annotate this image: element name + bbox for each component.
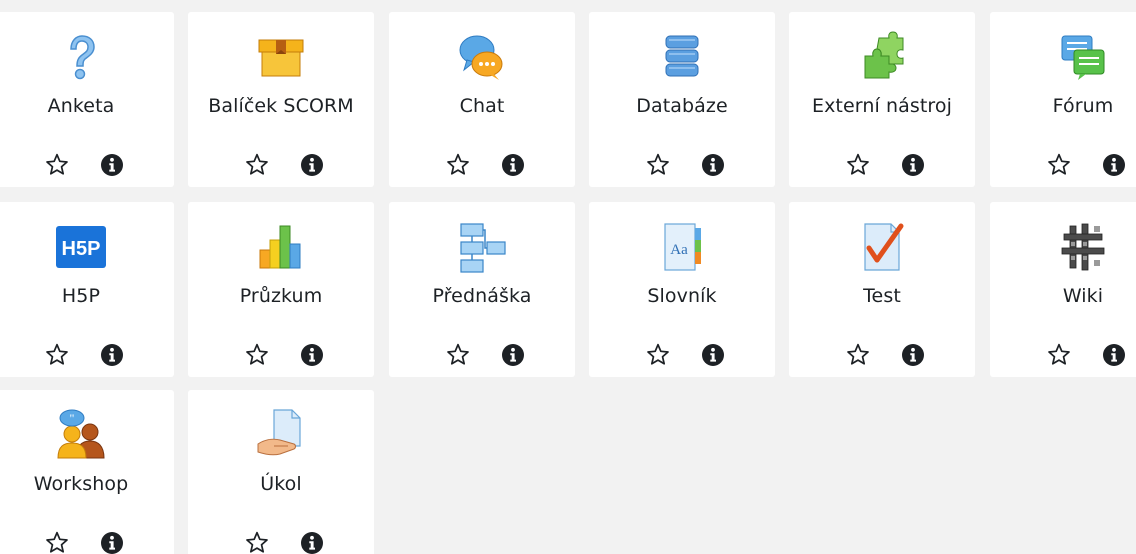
chat-bubbles-icon <box>455 30 509 84</box>
activity-label: Databáze <box>636 95 728 117</box>
activity-card-slovnik[interactable]: Aa Slovník <box>589 202 775 377</box>
activity-label: Balíček SCORM <box>208 95 354 117</box>
star-outline-icon[interactable] <box>1046 152 1072 178</box>
info-circle-icon[interactable] <box>1102 153 1126 177</box>
svg-text:H5P: H5P <box>62 238 101 260</box>
activity-label: Externí nástroj <box>811 95 953 117</box>
activity-actions <box>188 152 374 178</box>
puzzle-icon <box>855 30 909 84</box>
activity-label: H5P <box>61 285 101 307</box>
activity-label: Úkol <box>260 473 302 495</box>
info-circle-icon[interactable] <box>1102 343 1126 367</box>
activity-card-externi-nastroj[interactable]: Externí nástroj <box>789 12 975 187</box>
activity-label: Workshop <box>33 473 129 495</box>
info-circle-icon[interactable] <box>100 153 124 177</box>
activity-actions <box>990 342 1136 368</box>
activity-actions <box>188 530 374 554</box>
activity-chooser-grid: Anketa Balíček SCORM Chat Databáze Exter… <box>0 0 1136 554</box>
activity-actions <box>0 342 174 368</box>
wiki-icon <box>1056 220 1110 274</box>
bar-chart-icon <box>254 220 308 274</box>
info-circle-icon[interactable] <box>901 153 925 177</box>
activity-actions <box>0 530 174 554</box>
activity-actions <box>990 152 1136 178</box>
info-circle-icon[interactable] <box>100 531 124 554</box>
star-outline-icon[interactable] <box>244 342 270 368</box>
activity-card-anketa[interactable]: Anketa <box>0 12 174 187</box>
activity-actions <box>589 342 775 368</box>
star-outline-icon[interactable] <box>44 530 70 554</box>
activity-card-balicek-scorm[interactable]: Balíček SCORM <box>188 12 374 187</box>
star-outline-icon[interactable] <box>645 342 671 368</box>
forum-icon <box>1056 30 1110 84</box>
info-circle-icon[interactable] <box>901 343 925 367</box>
activity-card-forum[interactable]: Fórum <box>990 12 1136 187</box>
activity-actions <box>789 342 975 368</box>
activity-label: Průzkum <box>239 285 323 307</box>
activity-card-h5p[interactable]: H5P H5P <box>0 202 174 377</box>
activity-actions <box>389 152 575 178</box>
info-circle-icon[interactable] <box>701 343 725 367</box>
svg-text:": " <box>70 411 75 425</box>
scorm-package-icon <box>254 30 308 84</box>
quiz-checkmark-icon <box>855 220 909 274</box>
info-circle-icon[interactable] <box>300 531 324 554</box>
activity-label: Fórum <box>1052 95 1114 117</box>
activity-card-databaze[interactable]: Databáze <box>589 12 775 187</box>
info-circle-icon[interactable] <box>100 343 124 367</box>
star-outline-icon[interactable] <box>845 152 871 178</box>
activity-label: Chat <box>459 95 505 117</box>
database-icon <box>655 30 709 84</box>
lesson-flow-icon <box>455 220 509 274</box>
star-outline-icon[interactable] <box>44 342 70 368</box>
activity-actions <box>389 342 575 368</box>
activity-label: Přednáška <box>432 285 532 307</box>
workshop-people-icon: " <box>54 408 108 462</box>
activity-label: Anketa <box>47 95 115 117</box>
svg-text:Aa: Aa <box>670 242 688 258</box>
activity-actions <box>589 152 775 178</box>
activity-label: Wiki <box>1062 285 1104 307</box>
info-circle-icon[interactable] <box>300 153 324 177</box>
activity-card-ukol[interactable]: Úkol <box>188 390 374 554</box>
question-mark-icon <box>54 30 108 84</box>
activity-card-wiki[interactable]: Wiki <box>990 202 1136 377</box>
star-outline-icon[interactable] <box>1046 342 1072 368</box>
activity-label: Slovník <box>647 285 717 307</box>
activity-label: Test <box>863 285 901 307</box>
activity-card-test[interactable]: Test <box>789 202 975 377</box>
star-outline-icon[interactable] <box>845 342 871 368</box>
info-circle-icon[interactable] <box>501 153 525 177</box>
activity-actions <box>0 152 174 178</box>
activity-actions <box>188 342 374 368</box>
star-outline-icon[interactable] <box>445 152 471 178</box>
activity-card-pruzkum[interactable]: Průzkum <box>188 202 374 377</box>
star-outline-icon[interactable] <box>645 152 671 178</box>
assignment-icon <box>254 408 308 462</box>
info-circle-icon[interactable] <box>701 153 725 177</box>
star-outline-icon[interactable] <box>244 152 270 178</box>
glossary-icon: Aa <box>655 220 709 274</box>
activity-card-workshop[interactable]: " Workshop <box>0 390 174 554</box>
activity-actions <box>789 152 975 178</box>
activity-card-prednaska[interactable]: Přednáška <box>389 202 575 377</box>
info-circle-icon[interactable] <box>501 343 525 367</box>
h5p-icon: H5P <box>54 220 108 274</box>
activity-card-chat[interactable]: Chat <box>389 12 575 187</box>
star-outline-icon[interactable] <box>445 342 471 368</box>
star-outline-icon[interactable] <box>44 152 70 178</box>
info-circle-icon[interactable] <box>300 343 324 367</box>
star-outline-icon[interactable] <box>244 530 270 554</box>
